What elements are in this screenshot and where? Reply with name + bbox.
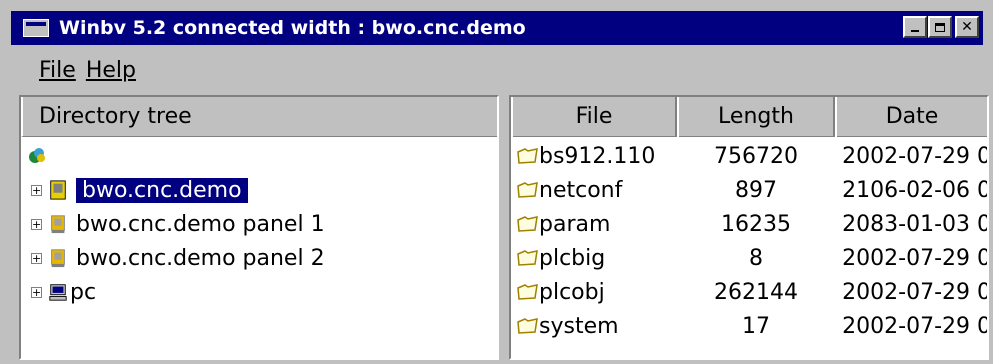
- folder-icon: [517, 250, 538, 266]
- tree-item-label: bwo.cnc.demo panel 2: [76, 245, 325, 271]
- file-date: 2002-07-29 0: [842, 279, 989, 305]
- tree-header[interactable]: Directory tree: [21, 97, 497, 137]
- panel-icon: [51, 215, 65, 234]
- file-date: 2083-01-03 0: [842, 211, 989, 237]
- file-row[interactable]: netconf 897 2106-02-06 0: [511, 173, 989, 207]
- tree-item[interactable]: + bwo.cnc.demo: [31, 173, 248, 207]
- file-name: netconf: [539, 177, 623, 203]
- file-length: 262144: [714, 279, 798, 305]
- file-length: 16235: [721, 211, 791, 237]
- file-length: 897: [735, 177, 777, 203]
- expand-icon[interactable]: +: [31, 252, 42, 264]
- expand-icon[interactable]: +: [31, 286, 42, 298]
- folder-icon: [517, 216, 538, 232]
- file-list-header: File Length Date: [511, 97, 987, 137]
- file-length: 756720: [714, 143, 798, 169]
- tree-item[interactable]: + bwo.cnc.demo panel 1: [31, 207, 325, 241]
- computer-icon: [49, 284, 67, 301]
- minimize-icon: [911, 30, 919, 32]
- file-name: bs912.110: [539, 143, 656, 169]
- window-title: Winbv 5.2 connected width : bwo.cnc.demo: [59, 17, 526, 39]
- close-button[interactable]: ✕: [955, 16, 979, 38]
- maximize-button[interactable]: [928, 16, 952, 38]
- file-name: plcbig: [539, 245, 606, 271]
- device-icon: [50, 180, 66, 200]
- file-name: plcobj: [539, 279, 605, 305]
- menu-bar: File Help: [11, 51, 136, 89]
- column-header-file[interactable]: File: [511, 97, 677, 137]
- menu-file[interactable]: File: [39, 58, 76, 83]
- file-name: param: [539, 211, 611, 237]
- app-window: Winbv 5.2 connected width : bwo.cnc.demo…: [0, 0, 993, 364]
- column-header-length[interactable]: Length: [677, 97, 835, 137]
- tree-item-label: bwo.cnc.demo: [76, 177, 248, 203]
- tree-item[interactable]: + pc: [31, 275, 96, 309]
- window-icon[interactable]: [23, 19, 49, 37]
- menu-file-label: File: [39, 57, 76, 83]
- folder-icon: [517, 182, 538, 198]
- menu-help-label: Help: [85, 57, 136, 83]
- tree-item[interactable]: + bwo.cnc.demo panel 2: [31, 241, 325, 275]
- file-list-pane[interactable]: File Length Date bs912.110 756720 2002-0…: [509, 95, 989, 360]
- directory-tree-pane[interactable]: Directory tree + bwo.cnc.demo + bwo.cnc.…: [19, 95, 499, 360]
- tree-root[interactable]: [27, 139, 49, 173]
- file-row[interactable]: plcobj 262144 2002-07-29 0: [511, 275, 989, 309]
- file-date: 2002-07-29 0: [842, 143, 989, 169]
- network-icon: [29, 148, 45, 163]
- file-length: 8: [749, 245, 763, 271]
- expand-icon[interactable]: +: [31, 218, 42, 230]
- folder-icon: [517, 318, 538, 334]
- file-date: 2002-07-29 0: [842, 313, 989, 339]
- tree-header-label: Directory tree: [39, 104, 192, 129]
- folder-icon: [517, 148, 538, 164]
- file-date: 2106-02-06 0: [842, 177, 989, 203]
- file-length: 17: [742, 313, 770, 339]
- column-header-label: File: [575, 104, 613, 129]
- title-bar[interactable]: Winbv 5.2 connected width : bwo.cnc.demo…: [11, 11, 983, 45]
- panel-icon: [51, 249, 65, 268]
- minimize-button[interactable]: [903, 16, 927, 38]
- file-row[interactable]: bs912.110 756720 2002-07-29 0: [511, 139, 989, 173]
- close-icon: ✕: [961, 19, 973, 35]
- maximize-icon: [935, 22, 945, 32]
- expand-icon[interactable]: +: [31, 184, 42, 196]
- column-header-label: Date: [885, 104, 939, 129]
- file-date: 2002-07-29 0: [842, 245, 989, 271]
- tree-item-label: bwo.cnc.demo panel 1: [76, 211, 325, 237]
- file-row[interactable]: param 16235 2083-01-03 0: [511, 207, 989, 241]
- column-header-label: Length: [718, 104, 794, 129]
- file-row[interactable]: plcbig 8 2002-07-29 0: [511, 241, 989, 275]
- menu-help[interactable]: Help: [86, 58, 136, 83]
- file-name: system: [539, 313, 619, 339]
- tree-item-label: pc: [70, 279, 97, 305]
- column-header-date[interactable]: Date: [835, 97, 987, 137]
- file-row[interactable]: system 17 2002-07-29 0: [511, 309, 989, 343]
- folder-icon: [517, 284, 538, 300]
